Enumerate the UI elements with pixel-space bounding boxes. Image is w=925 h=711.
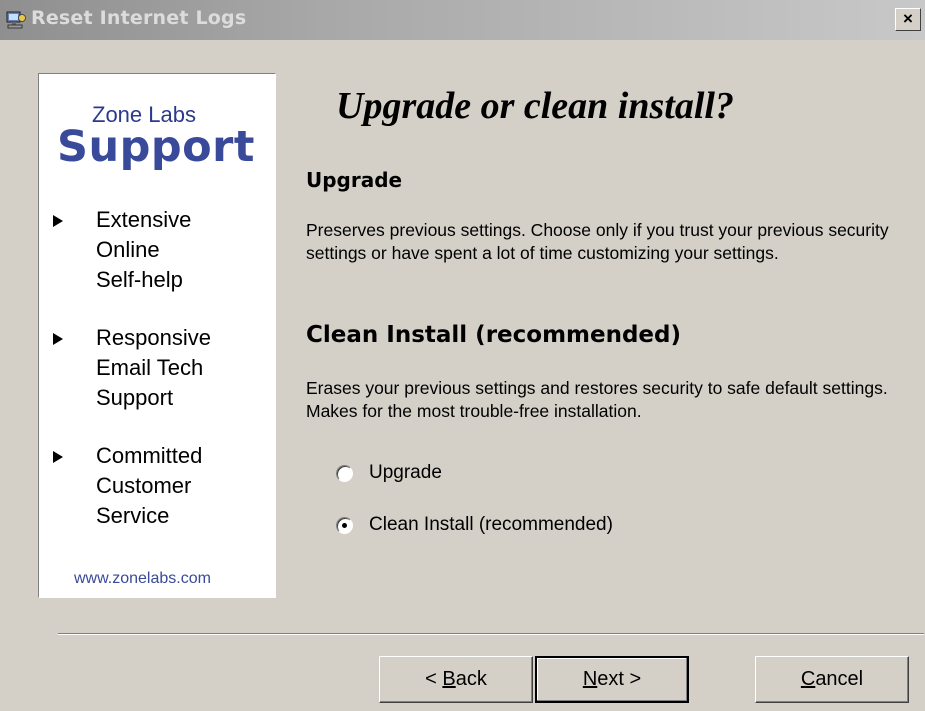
- back-prefix: <: [425, 668, 443, 690]
- clean-install-radio[interactable]: [336, 516, 353, 534]
- cancel-rest: ancel: [815, 668, 864, 690]
- close-button[interactable]: ×: [895, 8, 921, 31]
- back-button[interactable]: < Back: [379, 656, 533, 703]
- upgrade-radio-label[interactable]: Upgrade: [369, 462, 442, 484]
- website-link: www.zonelabs.com: [74, 570, 211, 587]
- upgrade-description: Preserves previous settings. Choose only…: [306, 220, 889, 263]
- bullet-arrow-icon: [53, 451, 63, 463]
- clean-install-radio-option[interactable]: Clean Install (recommended): [336, 513, 613, 537]
- app-icon: [6, 11, 26, 29]
- cancel-button[interactable]: Cancel: [755, 656, 909, 703]
- bullet-arrow-icon: [53, 215, 63, 227]
- next-button[interactable]: Next >: [535, 656, 689, 703]
- close-icon: ×: [903, 9, 913, 28]
- separator-line: [58, 633, 924, 635]
- clean-description: Erases your previous settings and restor…: [306, 378, 888, 421]
- page-heading: Upgrade or clean install?: [336, 85, 734, 127]
- feature-text: Responsive Email Tech Support: [96, 325, 211, 410]
- back-accel: B: [442, 668, 456, 690]
- upgrade-radio-option[interactable]: Upgrade: [336, 461, 442, 485]
- back-rest: ack: [455, 668, 487, 690]
- cancel-accel: C: [800, 668, 816, 690]
- feature-text: Committed Customer Service: [96, 443, 203, 528]
- feature-text: Extensive Online Self-help: [96, 207, 192, 292]
- clean-section-title: Clean Install (recommended): [306, 322, 682, 348]
- window-title: Reset Internet Logs: [31, 7, 247, 29]
- upgrade-radio[interactable]: [336, 464, 353, 482]
- clean-install-radio-label[interactable]: Clean Install (recommended): [369, 514, 613, 536]
- brand-support: Support: [57, 122, 255, 172]
- support-panel: Zone Labs Support Extensive Online Self-…: [38, 73, 276, 598]
- bullet-arrow-icon: [53, 333, 63, 345]
- upgrade-section-title: Upgrade: [306, 168, 403, 192]
- title-bar[interactable]: Reset Internet Logs ×: [0, 0, 925, 40]
- next-accel: N: [582, 668, 598, 690]
- next-rest: ext >: [597, 668, 642, 690]
